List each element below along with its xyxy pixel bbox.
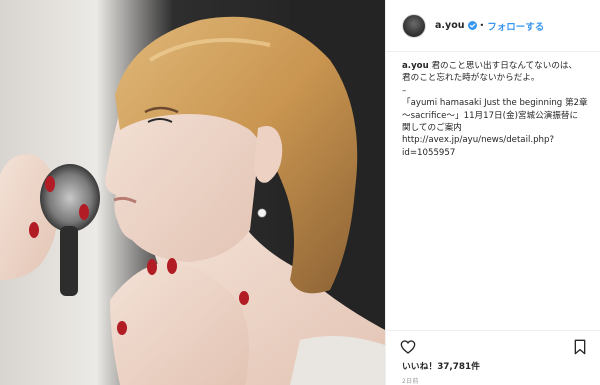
caption-line: 君のこと思い出す日なんてないのは、 bbox=[431, 61, 578, 71]
heart-icon[interactable] bbox=[400, 339, 416, 355]
post-header: a.you • フォローする bbox=[386, 0, 600, 52]
photo-illustration bbox=[0, 0, 385, 385]
verified-badge-icon bbox=[467, 21, 477, 30]
post-photo[interactable] bbox=[0, 0, 385, 385]
caption-line: 「ayumi hamasaki Just the beginning 第2章 bbox=[402, 98, 588, 109]
caption-link[interactable]: http://avex.jp/ayu/news/detail.php? bbox=[402, 134, 592, 146]
post-timestamp: 2日前 bbox=[402, 378, 419, 385]
caption-line: – bbox=[402, 85, 407, 96]
post-caption: a.you 君のこと思い出す日なんてないのは、 君のこと忘れた時がないからだよ。… bbox=[402, 60, 592, 159]
bookmark-icon[interactable] bbox=[573, 339, 587, 355]
caption-line: 〜sacrifice〜」11月17日(金)宮城公演振替に bbox=[402, 110, 579, 121]
post-actions bbox=[386, 330, 600, 360]
avatar[interactable] bbox=[402, 13, 426, 38]
separator-dot: • bbox=[479, 21, 485, 30]
caption-line: 君のこと忘れた時がないからだよ。 bbox=[402, 73, 540, 84]
caption-username[interactable]: a.you bbox=[402, 61, 429, 71]
likes-count[interactable]: いいね！37,781件 bbox=[402, 359, 480, 372]
post-side-pane: a.you • フォローする a.you 君のこと思い出す日なんてないのは、 君… bbox=[385, 0, 600, 385]
follow-button[interactable]: フォローする bbox=[487, 19, 544, 33]
instagram-post: a.you • フォローする a.you 君のこと思い出す日なんてないのは、 君… bbox=[0, 0, 600, 385]
caption-link[interactable]: id=1055957 bbox=[402, 147, 592, 159]
header-username[interactable]: a.you bbox=[435, 20, 465, 31]
caption-line: 関してのご案内 bbox=[402, 123, 462, 134]
